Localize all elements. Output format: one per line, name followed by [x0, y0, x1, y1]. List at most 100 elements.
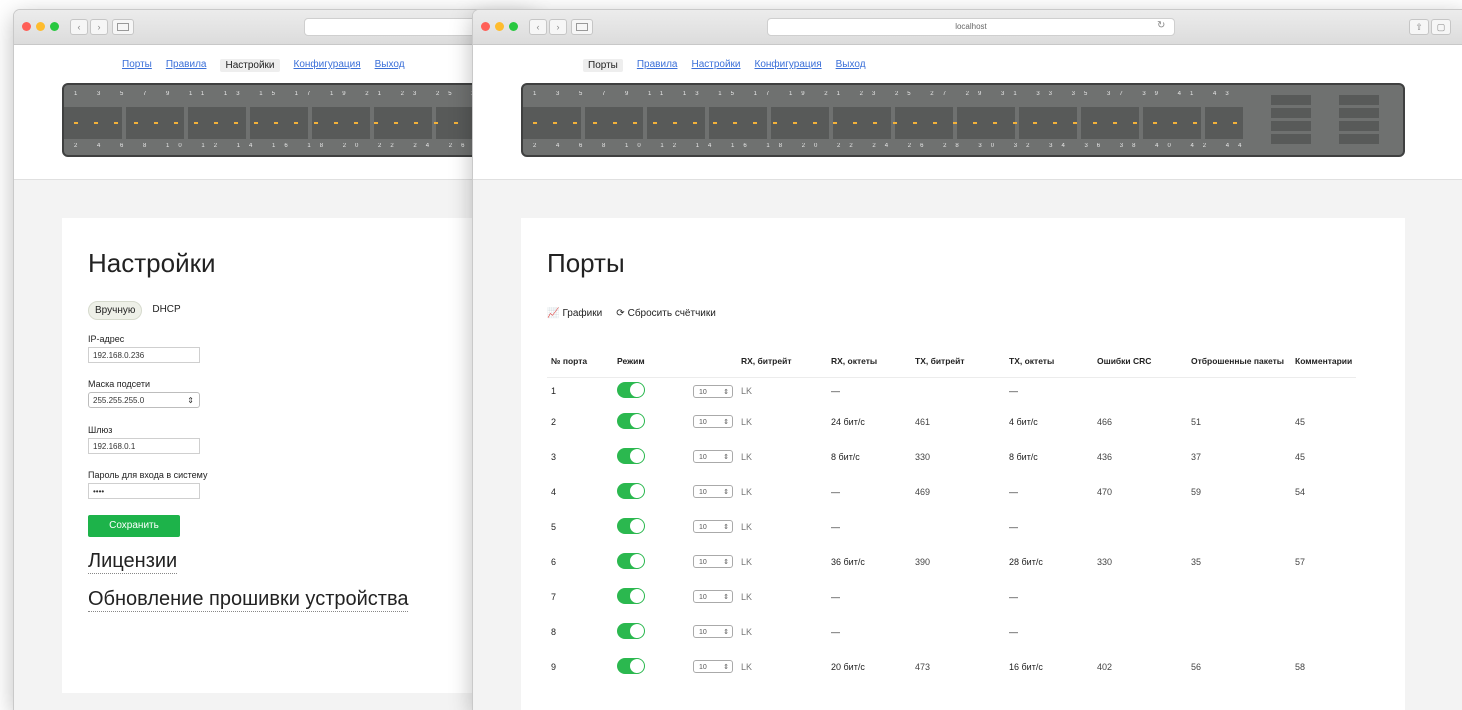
mode-select[interactable]: 10: [693, 625, 733, 639]
minimize-window-button[interactable]: [36, 22, 45, 31]
close-window-button[interactable]: [481, 22, 490, 31]
table-row: 2 10 LK 24 бит/с 461 4 бит/с 466 51 45: [547, 404, 1356, 439]
sidebar-toggle-icon[interactable]: [112, 19, 134, 35]
port-enabled-toggle[interactable]: [617, 657, 645, 674]
port-enabled-toggle[interactable]: [617, 552, 645, 569]
reload-icon[interactable]: ↻: [1157, 20, 1165, 31]
main-nav: Порты Правила Настройки Конфигурация Вых…: [583, 59, 866, 72]
port-enabled-toggle[interactable]: [617, 412, 645, 429]
address-bar[interactable]: localhost: [767, 18, 1175, 36]
tx-octets: 330: [1097, 556, 1113, 567]
tx-octets: [1093, 509, 1187, 544]
nav-settings[interactable]: Настройки: [691, 59, 740, 72]
crc-errors: [1187, 614, 1291, 649]
rx-bitrate: —: [831, 626, 840, 637]
mode-select[interactable]: 10: [693, 520, 733, 534]
mode-cell: 10: [689, 649, 737, 684]
mode-select[interactable]: 10: [693, 415, 733, 429]
port-number: 2: [551, 416, 557, 427]
gateway-label: Шлюз: [88, 425, 113, 435]
minimize-window-button[interactable]: [495, 22, 504, 31]
col-port: № порта: [551, 356, 588, 366]
page-header: Порты Правила Настройки Конфигурация Вых…: [14, 45, 534, 180]
port-number: 3: [551, 451, 557, 462]
tx-bitrate: 28 бит/с: [1009, 556, 1043, 567]
tx-bitrate: 8 бит/с: [1009, 451, 1038, 462]
nav-rules[interactable]: Правила: [166, 59, 207, 72]
port-enabled-toggle[interactable]: [617, 382, 645, 398]
nav-config[interactable]: Конфигурация: [755, 59, 822, 72]
switch-port-numbers-top: 1 3 5 7 9 11 13 15 17 19 21 23 25 27 29 …: [74, 91, 534, 97]
mode-select[interactable]: 10: [693, 660, 733, 674]
rx-bitrate: —: [831, 591, 840, 602]
nav-ports[interactable]: Порты: [122, 59, 152, 72]
table-row: 3 10 LK 8 бит/с 330 8 бит/с 436 37 45: [547, 439, 1356, 474]
maximize-window-button[interactable]: [509, 22, 518, 31]
gateway-field[interactable]: 192.168.0.1: [88, 438, 200, 454]
password-label: Пароль для входа в систему: [88, 470, 208, 480]
mode-manual-button[interactable]: Вручную: [88, 301, 143, 320]
mode-select[interactable]: 10: [693, 485, 733, 499]
forward-icon[interactable]: ›: [90, 19, 108, 35]
dropped-packets: [1291, 614, 1356, 649]
switch-port-numbers-top: 1 3 5 7 9 11 13 15 17 19 21 23 25 27 29 …: [533, 91, 1243, 97]
nav-settings[interactable]: Настройки: [220, 59, 280, 72]
port-enabled-toggle[interactable]: [617, 482, 645, 499]
tx-octets: [1093, 614, 1187, 649]
table-row: 4 10 LK — 469 — 470 59 54: [547, 474, 1356, 509]
nav-logout[interactable]: Выход: [375, 59, 405, 72]
page-header: Порты Правила Настройки Конфигурация Вых…: [473, 45, 1462, 180]
mode-select[interactable]: 10: [693, 450, 733, 464]
select-arrow-icon: ⇕: [187, 396, 194, 405]
close-window-button[interactable]: [22, 22, 31, 31]
chart-icon: 📈: [547, 308, 560, 319]
window-controls: [22, 22, 59, 31]
mode-cell: 10: [689, 439, 737, 474]
mode-select[interactable]: 10: [693, 384, 733, 399]
link-indicator: LK: [741, 556, 753, 567]
mode-select[interactable]: 10: [693, 590, 733, 604]
back-icon[interactable]: ‹: [70, 19, 88, 35]
back-icon[interactable]: ‹: [529, 19, 547, 35]
col-rx-octets: RX, октеты: [831, 356, 878, 366]
licenses-link[interactable]: Лицензии: [88, 550, 178, 574]
ip-field[interactable]: 192.168.0.236: [88, 347, 200, 363]
tabs-icon[interactable]: ▢: [1431, 19, 1451, 35]
tx-bitrate: —: [1009, 486, 1018, 497]
nav-rules[interactable]: Правила: [637, 59, 678, 72]
col-rx-bitrate: RX, битрейт: [741, 356, 792, 366]
save-button[interactable]: Сохранить: [88, 515, 180, 537]
rx-bitrate: —: [831, 386, 840, 396]
port-enabled-toggle[interactable]: [617, 622, 645, 639]
port-enabled-cell: [613, 439, 689, 474]
crc-errors: [1187, 378, 1291, 405]
mask-select[interactable]: 255.255.255.0 ⇕: [88, 392, 200, 408]
port-enabled-toggle[interactable]: [617, 517, 645, 534]
switch-panel-image: 1 3 5 7 9 11 13 15 17 19 21 23 25 27 29 …: [521, 83, 1405, 157]
firmware-update-link[interactable]: Обновление прошивки устройства: [88, 588, 409, 612]
port-number: 8: [551, 626, 557, 637]
charts-button[interactable]: 📈 Графики: [547, 308, 602, 319]
nav-config[interactable]: Конфигурация: [294, 59, 361, 72]
switch-port-numbers-bottom: 2 4 6 8 10 12 14 16 18 20 22 24 26 28 30…: [533, 143, 1243, 149]
reset-counters-button[interactable]: ⟳ Сбросить счётчики: [616, 308, 716, 319]
share-icon[interactable]: ⇧: [1409, 19, 1429, 35]
port-enabled-toggle[interactable]: [617, 587, 645, 604]
rx-octets: [911, 579, 1005, 614]
forward-icon[interactable]: ›: [549, 19, 567, 35]
col-crc-errors: Ошибки CRC: [1097, 356, 1152, 366]
crc-errors: 51: [1191, 416, 1202, 427]
password-field[interactable]: ••••: [88, 483, 200, 499]
maximize-window-button[interactable]: [50, 22, 59, 31]
settings-card: Настройки Вручную DHCP IP-адрес 192.168.…: [62, 218, 532, 693]
nav-logout[interactable]: Выход: [836, 59, 866, 72]
port-enabled-toggle[interactable]: [617, 447, 645, 464]
mode-dhcp-button[interactable]: DHCP: [146, 301, 186, 320]
link-indicator: LK: [741, 661, 753, 672]
table-header-row: № порта Режим RX, битрейт RX, октеты TX,…: [547, 356, 1357, 378]
nav-ports[interactable]: Порты: [583, 59, 623, 72]
sidebar-toggle-icon[interactable]: [571, 19, 593, 35]
mode-select[interactable]: 10: [693, 555, 733, 569]
mode-cell: 10: [689, 509, 737, 544]
switch-port-numbers-bottom: 2 4 6 8 10 12 14 16 18 20 22 24 26 28 30…: [74, 143, 534, 149]
